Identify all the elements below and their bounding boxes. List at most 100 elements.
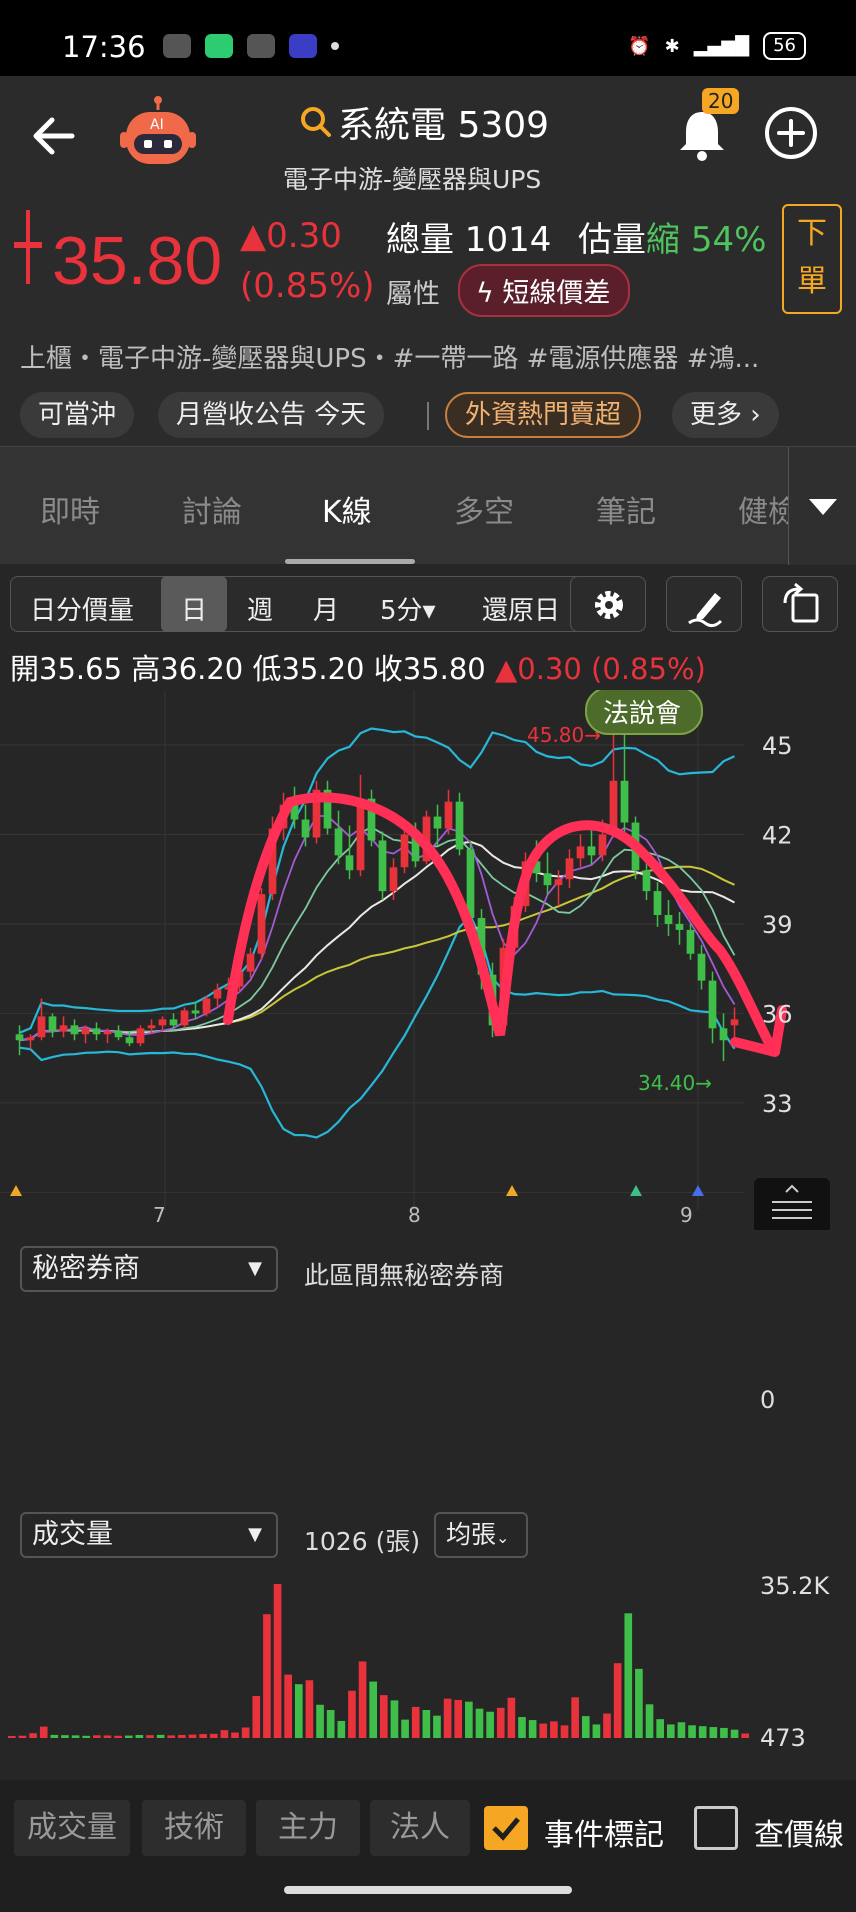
battery-icon: 56 [763, 32, 806, 60]
price-line-label[interactable]: 查價線 [754, 1810, 844, 1854]
ai-robot-icon[interactable]: AI [116, 96, 200, 180]
volume-bar [188, 1734, 197, 1738]
event-triangle-icon[interactable] [10, 1185, 22, 1196]
alarm-icon: ⏰ [628, 35, 651, 57]
period-day[interactable]: 日 [181, 590, 207, 627]
triangle-down-icon[interactable] [789, 447, 856, 565]
y-tick-label: 33 [762, 1090, 793, 1118]
candle-body [620, 780, 629, 823]
event-mark-checkbox[interactable] [484, 1806, 528, 1850]
bluetooth-icon: ✱ [664, 35, 680, 57]
kline-svg[interactable]: 45423936333078945.80→34.40→法說會 [0, 690, 856, 1230]
event-triangle-icon[interactable] [630, 1185, 642, 1196]
tab-kline[interactable]: K線 [322, 487, 372, 531]
search-icon[interactable] [300, 106, 332, 138]
bottom-tab-institutional[interactable]: 法人 [370, 1800, 470, 1856]
short-term-label: 短線價差 [502, 278, 611, 309]
tabs-expand[interactable] [788, 447, 856, 565]
period-month[interactable]: 月 [313, 590, 339, 627]
tags-line[interactable]: 上櫃・電子中游-變壓器與UPS・#一帶一路 #電源供應器 #鴻... [20, 338, 840, 375]
volume-bar [61, 1735, 69, 1738]
volume-bar [241, 1727, 250, 1738]
price-line-checkbox[interactable] [694, 1806, 738, 1850]
place-order-button[interactable]: 下單 [782, 204, 842, 314]
pen-icon[interactable] [667, 577, 743, 633]
candle-body [125, 1037, 134, 1044]
back-arrow-icon[interactable] [26, 108, 82, 164]
volume-dropdown-label: 成交量 [32, 1519, 113, 1550]
add-watchlist-icon[interactable] [763, 105, 819, 161]
volume-bar [603, 1713, 611, 1738]
volume-bar [39, 1726, 48, 1738]
settings-button[interactable] [570, 576, 646, 632]
candle-body [48, 1016, 57, 1032]
average-dropdown[interactable]: 均張⌄ [434, 1512, 528, 1558]
tab-discussion[interactable]: 討論 [182, 487, 242, 531]
volume-svg[interactable]: 35.2K 473 [0, 1570, 856, 1750]
bollinger-upper-line [19, 727, 735, 1034]
broker-dropdown[interactable]: 秘密券商 ▼ [20, 1246, 278, 1292]
candle-body [114, 1031, 123, 1038]
period-adjusted[interactable]: 還原日 [482, 590, 560, 627]
candle-body [70, 1025, 79, 1035]
event-triangle-icon[interactable] [506, 1185, 518, 1196]
short-term-badge[interactable]: ϟ 短線價差 [458, 264, 631, 317]
volume-bar [369, 1681, 378, 1738]
draw-button[interactable] [666, 576, 742, 632]
candle-body [730, 1019, 739, 1026]
stock-title[interactable]: 系統電 5309 [300, 96, 549, 148]
event-mark-label[interactable]: 事件標記 [544, 1810, 664, 1854]
gear-icon[interactable] [571, 577, 647, 633]
volume-bar [156, 1734, 165, 1738]
volume-bar [209, 1733, 218, 1738]
candle-body [191, 1010, 200, 1014]
volume-bar [624, 1613, 633, 1738]
volume-bar [294, 1684, 303, 1738]
tab-notes[interactable]: 筆記 [596, 487, 656, 531]
volume-value: 1026 (張) [304, 1527, 421, 1556]
notification-icons [163, 34, 339, 58]
candle-body [587, 846, 596, 856]
chip-foreign-selling[interactable]: 外資熱門賣超 [445, 392, 642, 438]
chip-monthly-revenue[interactable]: 月營收公告 今天 [158, 392, 385, 438]
bottom-toolbar: 成交量 技術 主力 法人 事件標記 查價線 [0, 1780, 856, 1912]
volume-dropdown[interactable]: 成交量 ▼ [20, 1512, 278, 1558]
chip-daytrade[interactable]: 可當沖 [20, 392, 135, 438]
candle-body [433, 816, 442, 829]
period-week[interactable]: 週 [247, 590, 273, 627]
app-icon [205, 34, 233, 58]
bottom-tab-main-force[interactable]: 主力 [256, 1800, 360, 1856]
ma-long-line [19, 865, 735, 1042]
candle-body [389, 867, 398, 892]
tab-bull-bear[interactable]: 多空 [454, 487, 514, 531]
event-label: 法說會 [603, 699, 681, 729]
period-5min[interactable]: 5分▾ [380, 590, 436, 627]
candle-body [576, 846, 585, 859]
candle-body [466, 849, 475, 918]
bottom-tab-technical[interactable]: 技術 [142, 1800, 246, 1856]
volume-bar [518, 1717, 526, 1738]
candle-body [598, 834, 607, 856]
tab-realtime[interactable]: 即時 [40, 487, 100, 531]
volume-chart[interactable]: 35.2K 473 [0, 1570, 856, 1750]
volume-bar [571, 1697, 579, 1738]
broker-dropdown-label: 秘密券商 [32, 1253, 140, 1284]
volume-bar [284, 1674, 292, 1738]
candle-body [664, 914, 673, 924]
kline-chart[interactable]: 45423936333078945.80→34.40→法說會 [0, 690, 856, 1230]
candle-body [444, 801, 453, 829]
rotate-button[interactable] [762, 576, 838, 632]
volume-bar [114, 1735, 122, 1738]
notification-badge: 20 [702, 88, 740, 114]
event-triangle-icon[interactable] [692, 1185, 704, 1196]
volume-bar [167, 1735, 176, 1738]
period-intraday[interactable]: 日分價量 [30, 590, 134, 627]
candle-body [356, 798, 365, 871]
rotate-icon[interactable] [763, 577, 839, 633]
volume-bar [220, 1730, 229, 1738]
volume-bar [18, 1735, 27, 1738]
volume-bar [316, 1704, 324, 1738]
bottom-tab-volume[interactable]: 成交量 [14, 1800, 130, 1856]
volume-bar [273, 1584, 282, 1738]
chip-more[interactable]: 更多 › [672, 392, 779, 438]
